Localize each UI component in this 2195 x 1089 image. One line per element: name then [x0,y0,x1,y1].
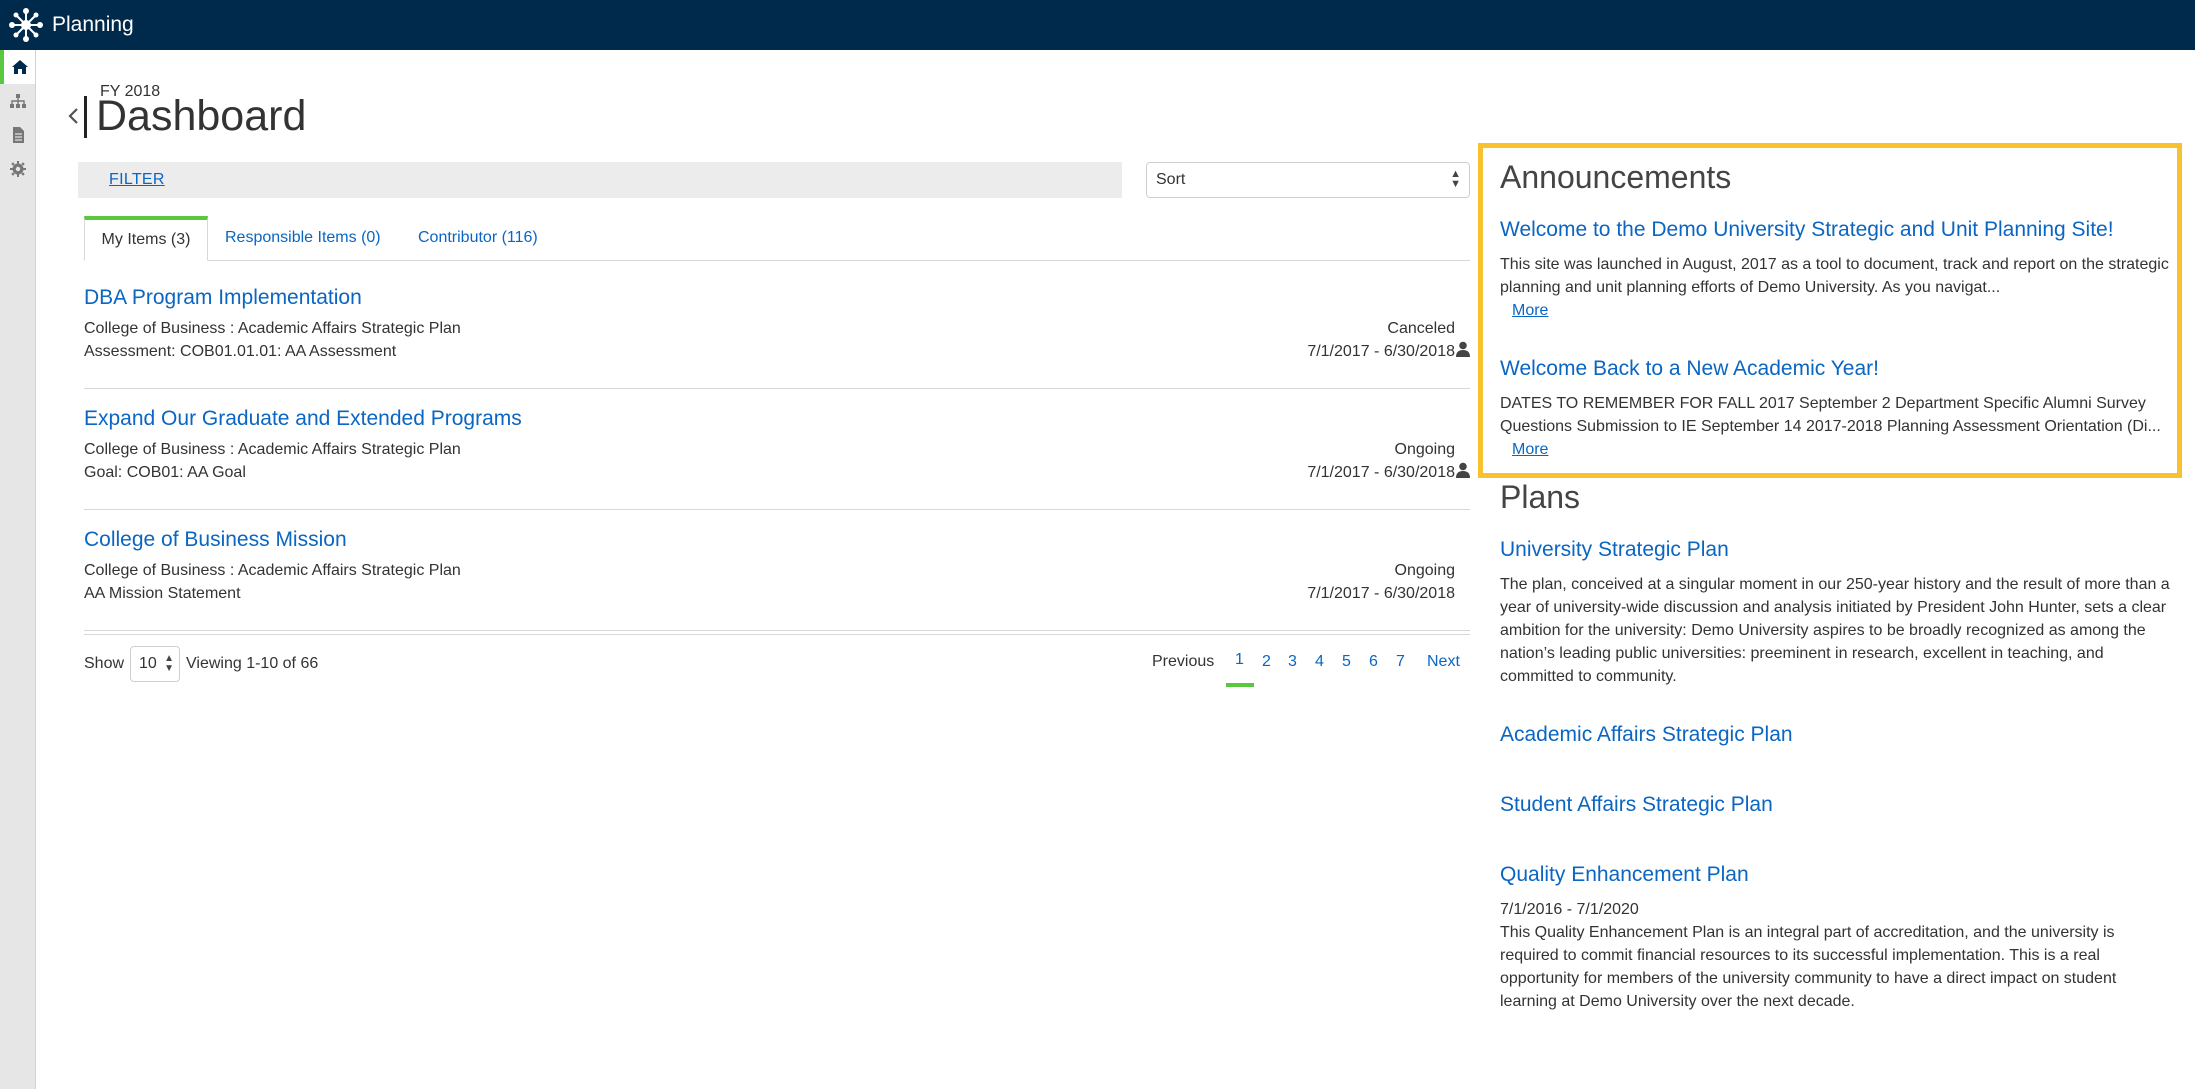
hierarchy-icon [9,94,26,108]
announcement-title-link[interactable]: Welcome to the Demo University Strategic… [1500,218,2114,242]
plans-heading: Plans [1500,479,1581,515]
page-link-6[interactable]: 6 [1369,653,1378,671]
tab-responsible-items[interactable]: Responsible Items (0) [225,216,381,260]
item-detail: AA Mission Statement [84,585,241,602]
page-link-2[interactable]: 2 [1262,653,1271,671]
item-title-link[interactable]: Expand Our Graduate and Extended Program… [84,407,522,431]
item-divider [84,630,1470,631]
announcement-body: This site was launched in August, 2017 a… [1500,256,2169,296]
item-divider [84,388,1470,389]
announcement-more-link[interactable]: More [1512,441,1548,458]
sort-value: Sort [1156,171,1186,188]
current-page-indicator [1226,683,1254,687]
plan-title-link[interactable]: University Strategic Plan [1500,538,1729,562]
filter-link[interactable]: FILTER [109,171,165,189]
announcement-more-link[interactable]: More [1512,302,1548,319]
page-link-4[interactable]: 4 [1315,653,1324,671]
item-plan: College of Business : Academic Affairs S… [84,562,461,579]
sort-select[interactable]: Sort ▲ ▼ [1146,162,1470,198]
page-size-value: 10 [139,655,157,672]
sort-arrows-icon: ▲ ▼ [1450,168,1461,190]
plan-title-link[interactable]: Quality Enhancement Plan [1500,863,1749,887]
document-icon [12,127,24,143]
previous-page-link[interactable]: Previous [1152,653,1214,671]
announcement-text: This site was launched in August, 2017 a… [1500,253,2170,322]
list-bottom-divider [84,634,1470,635]
item-tabs: My Items (3) Responsible Items (0) Contr… [84,216,1470,261]
person-icon [1456,462,1470,478]
plan-title-link[interactable]: Academic Affairs Strategic Plan [1500,723,1793,747]
show-label: Show [84,655,125,672]
item-status: Ongoing [1394,441,1456,458]
top-bar: Planning [0,0,2195,50]
plan-dates: 7/1/2016 - 7/1/2020 [1500,901,1639,918]
page-link-1[interactable]: 1 [1235,651,1244,669]
filter-bar: FILTER [78,162,1122,198]
announcement-title-link[interactable]: Welcome Back to a New Academic Year! [1500,357,1879,381]
page-size-arrows-icon: ▲ ▼ [164,653,174,674]
announcement-body: DATES TO REMEMBER FOR FALL 2017 Septembe… [1500,395,2161,435]
app-title[interactable]: Planning [52,13,134,37]
item-detail: Assessment: COB01.01.01: AA Assessment [84,343,397,360]
rail-settings[interactable] [0,152,35,186]
item-dates: 7/1/2017 - 6/30/2018 [1307,343,1455,360]
item-detail: Goal: COB01: AA Goal [84,464,246,481]
rail-hierarchy[interactable] [0,84,35,118]
page-link-3[interactable]: 3 [1288,653,1297,671]
plan-title-link[interactable]: Student Affairs Strategic Plan [1500,793,1773,817]
page-title: Dashboard [96,92,307,140]
title-divider [84,96,87,138]
person-icon [1456,341,1470,357]
left-rail [0,50,36,1089]
rail-documents[interactable] [0,118,35,152]
gear-icon [9,161,26,177]
item-plan: College of Business : Academic Affairs S… [84,320,461,337]
announcement-text: DATES TO REMEMBER FOR FALL 2017 Septembe… [1500,392,2170,461]
chevron-left-icon[interactable] [64,104,84,128]
hub-logo-icon[interactable] [8,7,44,43]
page-size-select[interactable]: 10 ▲ ▼ [130,646,180,682]
tab-contributor[interactable]: Contributor (116) [418,216,538,260]
page-link-7[interactable]: 7 [1396,653,1405,671]
announcements-heading: Announcements [1500,159,1732,195]
plan-description: This Quality Enhancement Plan is an inte… [1500,924,2117,1010]
item-plan: College of Business : Academic Affairs S… [84,441,461,458]
item-title-link[interactable]: DBA Program Implementation [84,286,362,310]
tab-my-items[interactable]: My Items (3) [84,216,208,261]
item-dates: 7/1/2017 - 6/30/2018 [1307,464,1455,481]
item-title-link[interactable]: College of Business Mission [84,528,347,552]
rail-home[interactable] [0,50,35,84]
item-dates: 7/1/2017 - 6/30/2018 [1307,585,1455,602]
viewing-count: Viewing 1-10 of 66 [186,655,319,672]
home-icon [11,60,28,74]
page-link-5[interactable]: 5 [1342,653,1351,671]
item-divider [84,509,1470,510]
next-page-link[interactable]: Next [1427,653,1460,671]
plan-description: The plan, conceived at a singular moment… [1500,576,2170,685]
item-status: Ongoing [1394,562,1456,579]
item-status: Canceled [1387,320,1455,337]
